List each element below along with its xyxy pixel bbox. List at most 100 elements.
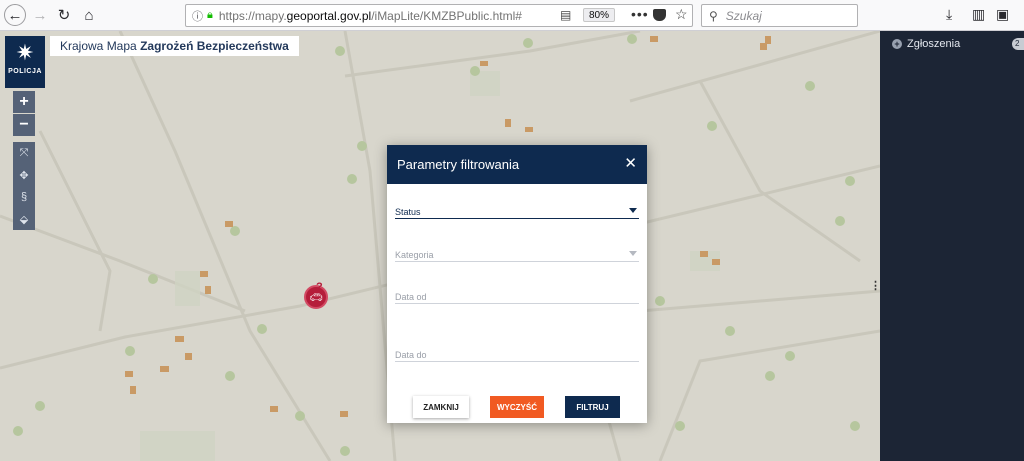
- map-tree: [35, 401, 45, 411]
- reports-count-badge: 2: [1012, 38, 1024, 50]
- map-tree: [845, 176, 855, 186]
- reader-view-icon[interactable]: ▤: [560, 8, 571, 22]
- browser-toolbar: ← → ↻ ⌂ ⓘ 🔒︎ https://mapy.geoportal.gov.…: [0, 0, 1024, 31]
- dialog-title: Parametry filtrowania: [397, 157, 520, 172]
- chevron-down-icon: [629, 251, 637, 256]
- map-building: [650, 36, 658, 42]
- police-star-icon: ✷: [15, 40, 35, 65]
- date-from-input[interactable]: Data od: [395, 291, 639, 304]
- legal-icon[interactable]: §: [13, 186, 35, 208]
- full-extent-icon[interactable]: ⤧: [13, 142, 35, 164]
- filter-dialog: Parametry filtrowania ✕ Status Kategoria…: [387, 145, 647, 423]
- map-building: [160, 366, 169, 372]
- zoom-level-badge[interactable]: 80%: [583, 8, 616, 22]
- map-tree: [523, 38, 533, 48]
- logo-text: POLICJA: [8, 68, 42, 75]
- status-label: Status: [395, 207, 421, 217]
- url-bar[interactable]: ⓘ 🔒︎ https://mapy.geoportal.gov.pl/iMapL…: [185, 4, 693, 27]
- more-actions-icon[interactable]: •••: [631, 6, 649, 22]
- map-road: [344, 31, 641, 78]
- map-tree: [357, 141, 367, 151]
- search-input[interactable]: ⚲ Szukaj: [701, 4, 858, 27]
- home-icon[interactable]: ⌂: [78, 4, 100, 26]
- pocket-icon[interactable]: [653, 9, 666, 21]
- map-road: [658, 329, 880, 461]
- map-tree: [257, 324, 267, 334]
- map-tool-panel: ⤧ ✥ § ⬙: [13, 142, 35, 230]
- map-building: [185, 353, 192, 360]
- zoom-in-button[interactable]: +: [13, 91, 35, 113]
- map-tree: [675, 421, 685, 431]
- app-title: Krajowa Mapa Zagrożeń Bezpieczeństwa: [50, 36, 299, 56]
- app-title-bold: Zagrożeń Bezpieczeństwa: [140, 39, 289, 53]
- map-tree: [707, 121, 717, 131]
- panel-resize-handle[interactable]: ⋮: [870, 279, 880, 292]
- back-icon[interactable]: ←: [4, 4, 26, 26]
- map-building: [505, 119, 511, 127]
- date-to-input[interactable]: Data do: [395, 349, 639, 362]
- library-icon[interactable]: ▥: [972, 6, 985, 23]
- map-building: [765, 36, 771, 44]
- map-building: [130, 386, 136, 394]
- map-tree: [850, 421, 860, 431]
- chevron-down-icon: [629, 208, 637, 213]
- search-placeholder: Szukaj: [725, 8, 762, 23]
- map-tree: [13, 426, 23, 436]
- map-tree: [295, 411, 305, 421]
- url-host: geoportal.gov.pl: [286, 8, 372, 23]
- forward-icon[interactable]: →: [29, 4, 51, 26]
- status-select[interactable]: Status: [395, 206, 639, 219]
- map-field: [140, 431, 215, 461]
- close-icon[interactable]: ✕: [624, 156, 637, 171]
- search-icon: ⚲: [709, 8, 718, 23]
- map-building: [270, 406, 278, 412]
- map-building: [225, 221, 233, 227]
- reports-toggle[interactable]: + Zgłoszenia: [892, 38, 960, 50]
- map-tree: [805, 81, 815, 91]
- close-button[interactable]: ZAMKNIJ: [413, 396, 469, 418]
- map-building: [205, 286, 211, 294]
- category-select[interactable]: Kategoria: [395, 249, 639, 262]
- date-to-label: Data do: [395, 350, 427, 360]
- map-building: [125, 371, 133, 377]
- download-icon[interactable]: ⤓: [946, 6, 952, 23]
- map-tree: [470, 66, 480, 76]
- map-road: [698, 80, 861, 263]
- zoom-out-button[interactable]: −: [13, 114, 35, 136]
- police-logo: ✷ POLICJA: [5, 36, 45, 88]
- map-tree: [725, 326, 735, 336]
- map-tree: [225, 371, 235, 381]
- url-text[interactable]: https://mapy.geoportal.gov.pl/iMapLite/K…: [219, 9, 522, 23]
- bookmark-star-icon[interactable]: ☆: [675, 6, 688, 23]
- map-road: [118, 31, 332, 461]
- clear-button[interactable]: WYCZYŚĆ: [490, 396, 544, 418]
- map-field: [175, 271, 200, 306]
- filter-button[interactable]: FILTRUJ: [565, 396, 620, 418]
- map-tree: [230, 226, 240, 236]
- map-tree: [655, 296, 665, 306]
- pan-icon[interactable]: ✥: [13, 164, 35, 186]
- map-tree: [785, 351, 795, 361]
- map-tree: [125, 346, 135, 356]
- map-building: [480, 61, 488, 66]
- map-building: [340, 411, 348, 417]
- reload-icon[interactable]: ↻: [53, 4, 75, 26]
- map-building: [525, 127, 533, 132]
- map-road: [38, 130, 112, 332]
- info-icon[interactable]: ⓘ: [192, 8, 203, 24]
- map-tree: [347, 174, 357, 184]
- plus-circle-icon: +: [892, 39, 902, 49]
- map-tree: [835, 216, 845, 226]
- map-tree: [627, 34, 637, 44]
- lock-icon[interactable]: 🔒︎: [207, 9, 213, 22]
- incident-question-icon: ?: [316, 281, 323, 293]
- map-building: [700, 251, 708, 257]
- sidebar-icon[interactable]: ▣: [996, 6, 1009, 23]
- reports-label: Zgłoszenia: [907, 38, 961, 50]
- tag-icon[interactable]: ⬙: [13, 208, 35, 230]
- map-building: [200, 271, 208, 277]
- app-title-light: Krajowa Mapa: [60, 39, 137, 53]
- dialog-header: Parametry filtrowania: [387, 145, 647, 184]
- map-tree: [765, 371, 775, 381]
- map-building: [712, 259, 720, 265]
